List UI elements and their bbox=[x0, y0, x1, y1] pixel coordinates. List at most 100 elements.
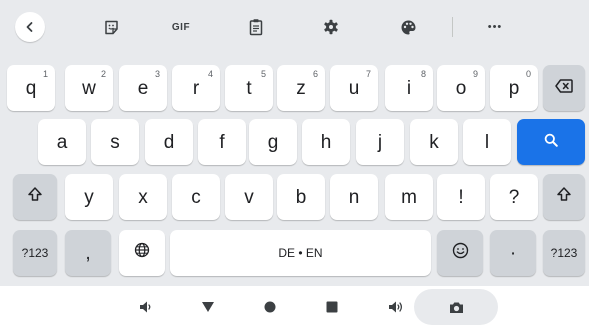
back-triangle-icon[interactable] bbox=[196, 286, 220, 328]
key-w[interactable]: w2 bbox=[65, 65, 113, 111]
key-label: n bbox=[348, 186, 360, 208]
backspace-icon bbox=[555, 77, 573, 99]
key-z[interactable]: z6 bbox=[277, 65, 325, 111]
key-s[interactable]: s bbox=[91, 119, 139, 165]
key-label: w bbox=[82, 77, 96, 99]
key-t[interactable]: t5 bbox=[225, 65, 273, 111]
shift-key-left[interactable] bbox=[13, 174, 57, 220]
gif-label: GIF bbox=[171, 21, 191, 33]
search-key[interactable] bbox=[517, 119, 585, 165]
symbols-key-right[interactable]: ?123 bbox=[543, 230, 585, 276]
key-label: h bbox=[320, 131, 332, 153]
volume-down-icon[interactable] bbox=[134, 286, 158, 328]
key-exclamation[interactable]: ! bbox=[437, 174, 485, 220]
globe-icon bbox=[134, 242, 150, 264]
emoji-key[interactable] bbox=[437, 230, 483, 276]
space-bar[interactable]: DE • EN bbox=[170, 230, 431, 276]
search-icon bbox=[544, 131, 558, 153]
key-x[interactable]: x bbox=[119, 174, 167, 220]
key-question[interactable]: ? bbox=[490, 174, 538, 220]
key-label: z bbox=[296, 77, 306, 99]
symbols-key-left[interactable]: ?123 bbox=[13, 230, 57, 276]
key-l[interactable]: l bbox=[463, 119, 511, 165]
key-label: ?123 bbox=[550, 246, 578, 260]
key-label: q bbox=[25, 77, 37, 99]
key-n[interactable]: n bbox=[330, 174, 378, 220]
key-c[interactable]: c bbox=[172, 174, 220, 220]
backspace-key[interactable] bbox=[543, 65, 585, 111]
key-hint: 0 bbox=[525, 69, 531, 79]
key-f[interactable]: f bbox=[198, 119, 246, 165]
back-chevron-icon[interactable] bbox=[15, 12, 45, 42]
key-label: f bbox=[219, 131, 225, 153]
volume-up-icon[interactable] bbox=[384, 286, 408, 328]
key-label: s bbox=[110, 131, 120, 153]
palette-icon[interactable] bbox=[393, 12, 423, 42]
key-k[interactable]: k bbox=[410, 119, 458, 165]
language-key[interactable] bbox=[119, 230, 165, 276]
key-label: v bbox=[244, 186, 254, 208]
key-hint: 1 bbox=[42, 69, 48, 79]
key-y[interactable]: y bbox=[65, 174, 113, 220]
key-hint: 8 bbox=[420, 69, 426, 79]
key-o[interactable]: o9 bbox=[437, 65, 485, 111]
comma-key[interactable]: , bbox=[65, 230, 111, 276]
space-bar-label: DE • EN bbox=[278, 246, 323, 260]
shift-icon bbox=[27, 186, 43, 208]
more-label: ••• bbox=[487, 21, 503, 33]
clipboard-icon[interactable] bbox=[241, 12, 271, 42]
screenshot-camera-icon[interactable] bbox=[444, 286, 468, 328]
key-hint: 2 bbox=[100, 69, 106, 79]
gear-icon[interactable] bbox=[316, 12, 346, 42]
key-i[interactable]: i8 bbox=[385, 65, 433, 111]
key-a[interactable]: a bbox=[38, 119, 86, 165]
key-j[interactable]: j bbox=[356, 119, 404, 165]
key-label: l bbox=[484, 131, 490, 153]
keyboard-toolbar: GIF ••• bbox=[0, 0, 589, 54]
key-label: g bbox=[267, 131, 279, 153]
emoji-icon bbox=[452, 242, 469, 265]
key-label: ? bbox=[508, 186, 520, 208]
key-label: c bbox=[191, 186, 201, 208]
key-v[interactable]: v bbox=[225, 174, 273, 220]
key-hint: 7 bbox=[365, 69, 371, 79]
key-e[interactable]: e3 bbox=[119, 65, 167, 111]
key-label: d bbox=[163, 131, 175, 153]
key-label: r bbox=[192, 77, 200, 99]
toolbar-divider bbox=[452, 17, 453, 37]
key-label: t bbox=[246, 77, 252, 99]
system-navigation-bar bbox=[0, 286, 589, 328]
recents-square-icon[interactable] bbox=[320, 286, 344, 328]
key-u[interactable]: u7 bbox=[330, 65, 378, 111]
key-h[interactable]: h bbox=[302, 119, 350, 165]
key-p[interactable]: p0 bbox=[490, 65, 538, 111]
key-hint: 3 bbox=[154, 69, 160, 79]
key-label: u bbox=[348, 77, 360, 99]
key-label: i bbox=[406, 77, 412, 99]
key-label: b bbox=[295, 186, 307, 208]
key-r[interactable]: r4 bbox=[172, 65, 220, 111]
key-label: y bbox=[84, 186, 94, 208]
key-label: ?123 bbox=[21, 246, 49, 260]
key-label: m bbox=[401, 186, 417, 208]
key-label: ! bbox=[458, 186, 464, 208]
period-key[interactable]: · bbox=[490, 230, 536, 276]
key-b[interactable]: b bbox=[277, 174, 325, 220]
key-label: · bbox=[509, 242, 517, 264]
key-q[interactable]: q1 bbox=[7, 65, 55, 111]
key-label: k bbox=[429, 131, 439, 153]
more-icon[interactable]: ••• bbox=[480, 12, 510, 42]
home-circle-icon[interactable] bbox=[258, 286, 282, 328]
shift-key-right[interactable] bbox=[543, 174, 585, 220]
gif-button[interactable]: GIF bbox=[166, 12, 196, 42]
key-label: a bbox=[56, 131, 68, 153]
key-m[interactable]: m bbox=[385, 174, 433, 220]
key-hint: 6 bbox=[312, 69, 318, 79]
key-label: e bbox=[137, 77, 149, 99]
key-label: , bbox=[85, 242, 91, 264]
key-g[interactable]: g bbox=[249, 119, 297, 165]
key-hint: 9 bbox=[472, 69, 478, 79]
sticker-icon[interactable] bbox=[96, 12, 126, 42]
key-hint: 4 bbox=[207, 69, 213, 79]
key-d[interactable]: d bbox=[145, 119, 193, 165]
